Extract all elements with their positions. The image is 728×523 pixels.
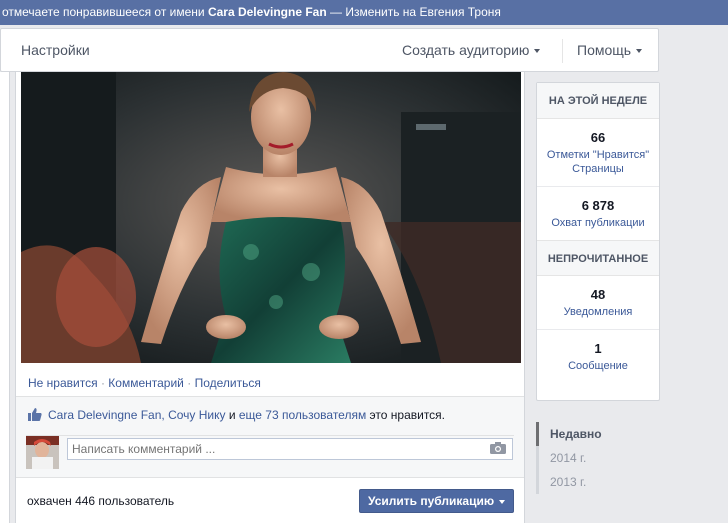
notifications-stat[interactable]: 48 Уведомления xyxy=(537,276,659,330)
post-reach-count: 6 878 xyxy=(581,198,615,213)
chevron-down-icon xyxy=(534,49,541,54)
left-column-edge xyxy=(0,72,10,523)
page-likes-stat[interactable]: 66 Отметки "Нравится" Страницы xyxy=(537,119,659,187)
messages-count: 1 xyxy=(594,341,602,356)
page-likes-label: Отметки "Нравится" Страницы xyxy=(546,149,650,175)
messages-label: Сообщение xyxy=(568,360,628,372)
post-reach-stat[interactable]: 6 878 Охват публикации xyxy=(537,187,659,240)
comment-composer xyxy=(26,435,514,469)
acting-as-notice-bar: отмечаете понравившееся от имени Cara De… xyxy=(0,0,728,25)
help-menu[interactable]: Помощь xyxy=(577,42,643,58)
camera-icon[interactable] xyxy=(490,442,506,454)
thumbs-up-icon xyxy=(28,408,42,421)
help-label: Помощь xyxy=(577,42,632,58)
timeline-item-2013[interactable]: 2013 г. xyxy=(536,470,660,494)
notifications-count: 48 xyxy=(590,287,606,302)
likes-summary: Cara Delevingne Fan, Сочу Нику и еще 73 … xyxy=(28,408,445,422)
notice-separator: — xyxy=(326,5,346,19)
post-reach-text: охвачен 446 пользователь xyxy=(27,494,175,508)
chevron-down-icon xyxy=(499,499,506,504)
switch-identity-link[interactable]: Изменить на Евгения Троня xyxy=(345,5,501,19)
chevron-down-icon xyxy=(636,49,643,54)
avatar-image xyxy=(26,436,59,469)
post-actions: Не нравится · Комментарий · Поделиться xyxy=(28,376,261,390)
page-insights-panel: НА ЭТОЙ НЕДЕЛЕ 66 Отметки "Нравится" Стр… xyxy=(536,82,660,401)
boost-post-label: Усилить публикацию xyxy=(368,494,495,508)
create-audience-menu[interactable]: Создать аудиторию xyxy=(402,42,541,58)
this-week-header: НА ЭТОЙ НЕДЕЛЕ xyxy=(537,83,659,119)
action-separator: · xyxy=(187,376,192,390)
post-card: Не нравится · Комментарий · Поделиться C… xyxy=(15,72,525,523)
messages-stat[interactable]: 1 Сообщение xyxy=(537,330,659,383)
action-separator: · xyxy=(100,376,105,390)
unread-header: НЕПРОЧИТАННОЕ xyxy=(537,240,659,276)
tab-settings[interactable]: Настройки xyxy=(21,42,90,58)
notice-page-name: Cara Delevingne Fan xyxy=(207,5,327,19)
likes-and: и xyxy=(225,408,239,422)
notifications-label: Уведомления xyxy=(563,306,633,318)
notice-prefix: отмечаете понравившееся от имени xyxy=(2,5,208,19)
unlike-link[interactable]: Не нравится xyxy=(28,376,98,390)
likes-suffix: это нравится. xyxy=(366,408,446,422)
timeline-nav: Недавно 2014 г. 2013 г. xyxy=(536,422,660,494)
timeline-item-2014[interactable]: 2014 г. xyxy=(536,446,660,470)
page-tab-bar: Настройки Создать аудиторию Помощь xyxy=(0,28,659,72)
comment-link[interactable]: Комментарий xyxy=(108,376,184,390)
likers-names-link[interactable]: Cara Delevingne Fan, Сочу Нику xyxy=(48,408,225,422)
create-audience-label: Создать аудиторию xyxy=(402,42,530,58)
share-link[interactable]: Поделиться xyxy=(195,376,261,390)
post-footer: охвачен 446 пользователь Усилить публика… xyxy=(16,477,524,523)
post-photo[interactable] xyxy=(21,72,521,363)
post-photo-image xyxy=(21,72,521,363)
tab-divider xyxy=(562,39,563,63)
boost-post-button[interactable]: Усилить публикацию xyxy=(359,489,514,513)
post-reach-label: Охват публикации xyxy=(551,217,645,229)
comment-input[interactable] xyxy=(67,438,513,460)
timeline-item-recent[interactable]: Недавно xyxy=(536,422,660,446)
right-gutter xyxy=(668,25,728,523)
post-feedback: Cara Delevingne Fan, Сочу Нику и еще 73 … xyxy=(16,396,524,523)
page-likes-count: 66 xyxy=(590,130,606,145)
avatar xyxy=(26,436,59,469)
other-likers-link[interactable]: еще 73 пользователям xyxy=(239,408,366,422)
